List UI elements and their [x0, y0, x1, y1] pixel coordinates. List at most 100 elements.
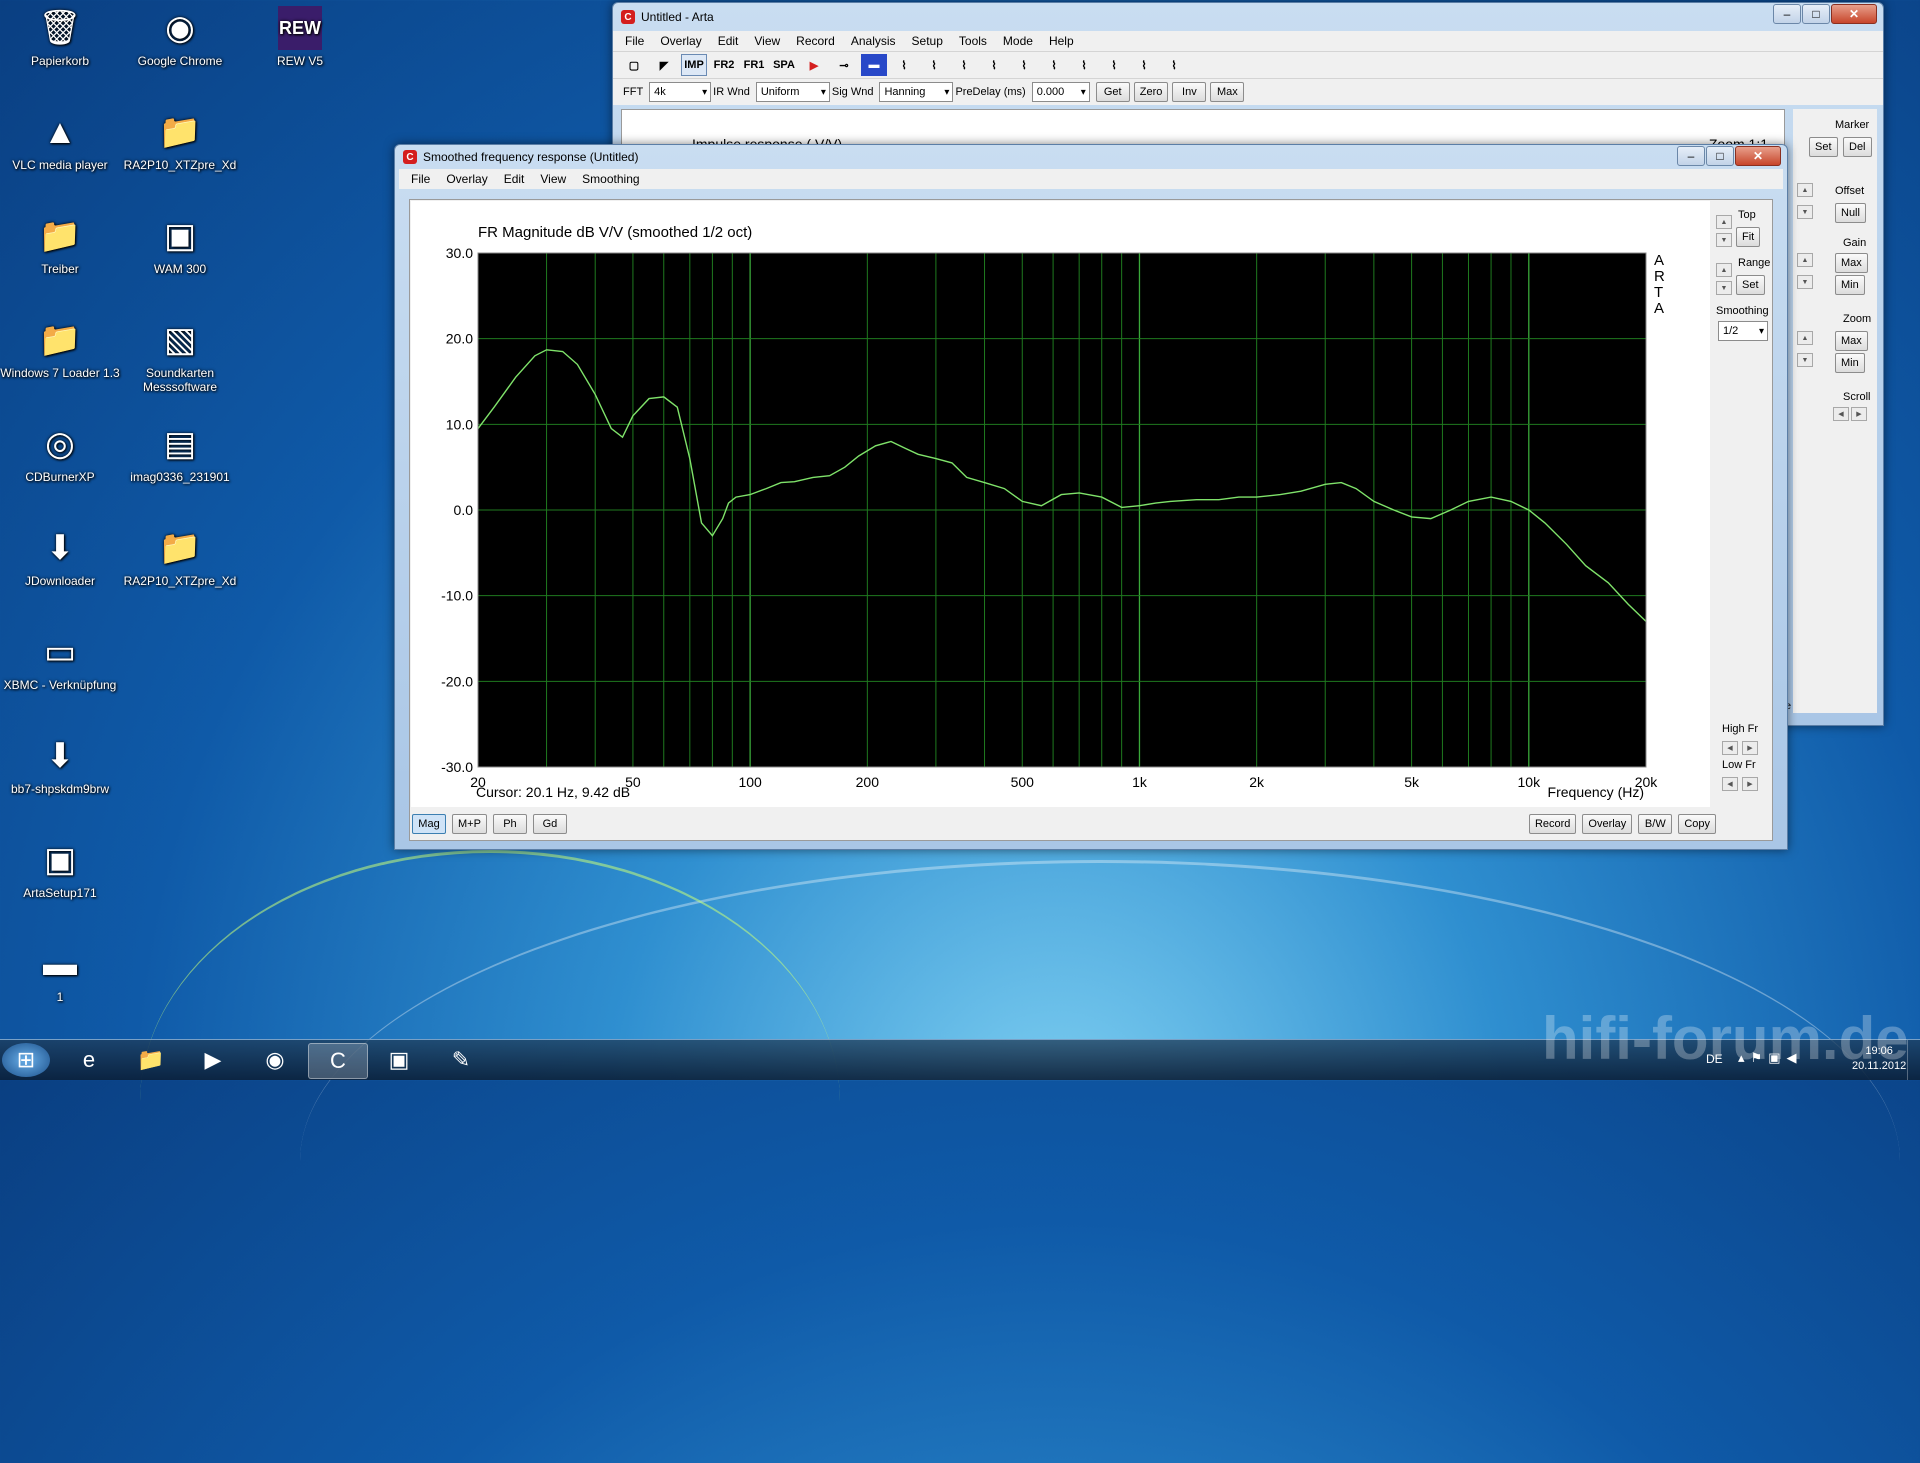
cursor-icon[interactable]: ◤	[651, 54, 677, 76]
start-orb[interactable]: ⊞	[2, 1043, 50, 1077]
desktop-icon[interactable]: ⬇ JDownloader	[0, 526, 120, 588]
fr-window[interactable]: C Smoothed frequency response (Untitled)…	[394, 144, 1788, 850]
fr-title-bar[interactable]: C Smoothed frequency response (Untitled)	[395, 145, 1787, 169]
range-set-button[interactable]: Set	[1736, 275, 1765, 295]
arta-menu-edit[interactable]: Edit	[710, 34, 747, 48]
burst-decay-icon[interactable]: ⌇	[1101, 54, 1127, 76]
desktop-icon[interactable]: ▤ imag0336_231901	[120, 422, 240, 484]
gain-max-button[interactable]: Max	[1835, 253, 1868, 273]
desktop-icon[interactable]: ◎ CDBurnerXP	[0, 422, 120, 484]
range-down-arrow[interactable]: ▼	[1716, 281, 1732, 295]
maximize-button[interactable]: □	[1802, 4, 1830, 24]
desktop-icon[interactable]: 📁 RA2P10_XTZpre_Xd	[120, 110, 240, 172]
fft-select[interactable]: 4k	[649, 82, 712, 102]
param-get-button[interactable]: Get	[1095, 82, 1130, 102]
close-button[interactable]: ✕	[1831, 4, 1877, 24]
fr-menu-edit[interactable]: Edit	[496, 172, 533, 186]
paint-icon[interactable]: ✎	[432, 1043, 490, 1077]
ir-wnd-select[interactable]: Uniform	[755, 82, 830, 102]
chrome-icon[interactable]: ◉	[246, 1043, 304, 1077]
marker-set-button[interactable]: Set	[1809, 137, 1838, 157]
action-b-w-button[interactable]: B/W	[1638, 814, 1673, 834]
fr-menu-view[interactable]: View	[532, 172, 574, 186]
rasti-icon[interactable]: ⌇	[1161, 54, 1187, 76]
view-m-p-button[interactable]: M+P	[452, 814, 487, 834]
desktop-icon[interactable]: 📁 Windows 7 Loader 1.3	[0, 318, 120, 380]
top-up-arrow[interactable]: ▲	[1716, 215, 1732, 229]
arta-menu-setup[interactable]: Setup	[904, 34, 951, 48]
action-copy-button[interactable]: Copy	[1678, 814, 1716, 834]
fr-menu-overlay[interactable]: Overlay	[438, 172, 495, 186]
arta-menu-help[interactable]: Help	[1041, 34, 1082, 48]
marker-del-button[interactable]: Del	[1843, 137, 1872, 157]
zoom-up-arrow[interactable]: ▲	[1797, 331, 1813, 345]
view-mag-button[interactable]: Mag	[412, 814, 446, 834]
fit-button[interactable]: Fit	[1736, 227, 1761, 247]
mode-fr2-button[interactable]: FR2	[711, 54, 737, 76]
minimize-button[interactable]: –	[1677, 146, 1705, 166]
zoom-min-button[interactable]: Min	[1835, 353, 1865, 373]
mode-spa-button[interactable]: SPA	[771, 54, 797, 76]
zoom-down-arrow[interactable]: ▼	[1797, 353, 1813, 367]
desktop-icon[interactable]: 📁 RA2P10_XTZpre_Xd	[120, 526, 240, 588]
desktop-icon[interactable]: ◉ Google Chrome	[120, 6, 240, 68]
fr-menu-file[interactable]: File	[403, 172, 438, 186]
desktop-icon[interactable]: 🗑 Papierkorb	[0, 6, 120, 68]
fr-analysis-icon[interactable]: ⌇	[891, 54, 917, 76]
offset-null-button[interactable]: Null	[1835, 203, 1866, 223]
mode-imp-button[interactable]: IMP	[681, 54, 707, 76]
desktop-icon[interactable]: ▣ WAM 300	[120, 214, 240, 276]
arta-menu-file[interactable]: File	[617, 34, 652, 48]
generator-icon[interactable]: ⊸	[831, 54, 857, 76]
desktop-icon[interactable]: ▲ VLC media player	[0, 110, 120, 172]
maximize-button[interactable]: □	[1706, 146, 1734, 166]
low-fr-right-arrow[interactable]: ▶	[1742, 777, 1758, 791]
play-icon[interactable]: ▶	[801, 54, 827, 76]
desktop-icon[interactable]: REW REW V5	[240, 6, 360, 68]
arta-icon[interactable]: C	[308, 1043, 368, 1079]
offset-down-arrow[interactable]: ▼	[1797, 205, 1813, 219]
smoothing-select[interactable]: 1/2	[1718, 321, 1768, 341]
param-max-button[interactable]: Max	[1210, 82, 1245, 102]
media-player-icon[interactable]: ▶	[184, 1043, 242, 1077]
desktop-icon[interactable]: ▬ 1	[0, 942, 120, 1004]
action-record-button[interactable]: Record	[1528, 814, 1577, 834]
rev-icon[interactable]: ⌇	[1041, 54, 1067, 76]
desktop-icon[interactable]: ▧ Soundkarten Messsoftware	[120, 318, 240, 394]
wam-icon[interactable]: ▣	[370, 1043, 428, 1077]
arta-menu-mode[interactable]: Mode	[995, 34, 1041, 48]
high-fr-right-arrow[interactable]: ▶	[1742, 741, 1758, 755]
offset-up-arrow[interactable]: ▲	[1797, 183, 1813, 197]
arta-menu-tools[interactable]: Tools	[951, 34, 995, 48]
scroll-right-arrow[interactable]: ▶	[1851, 407, 1867, 421]
dfr-analysis-icon[interactable]: ⌇	[921, 54, 947, 76]
sfr-analysis-icon[interactable]: ⌇	[951, 54, 977, 76]
etc-icon[interactable]: ⌇	[1011, 54, 1037, 76]
scroll-left-arrow[interactable]: ◀	[1833, 407, 1849, 421]
ie-icon[interactable]: e	[60, 1043, 118, 1077]
sig-wnd-select[interactable]: Hanning	[879, 82, 954, 102]
gain-min-button[interactable]: Min	[1835, 275, 1865, 295]
minimize-button[interactable]: –	[1773, 4, 1801, 24]
new-icon[interactable]: ▢	[621, 54, 647, 76]
arta-menu-record[interactable]: Record	[788, 34, 843, 48]
arta-menu-view[interactable]: View	[746, 34, 788, 48]
top-down-arrow[interactable]: ▼	[1716, 233, 1732, 247]
view-gd-button[interactable]: Gd	[532, 814, 567, 834]
param-zero-button[interactable]: Zero	[1133, 82, 1169, 102]
view-ph-button[interactable]: Ph	[492, 814, 527, 834]
param-inv-button[interactable]: Inv	[1172, 82, 1207, 102]
action-overlay-button[interactable]: Overlay	[1582, 814, 1633, 834]
arta-title-bar[interactable]: C Untitled - Arta	[613, 3, 1883, 31]
arta-menu-overlay[interactable]: Overlay	[652, 34, 709, 48]
explorer-icon[interactable]: 📁	[122, 1043, 180, 1077]
desktop-icon[interactable]: ⬇ bb7-shpskdm9brw	[0, 734, 120, 796]
frequency-response-chart[interactable]: FR Magnitude dB V/V (smoothed 1/2 oct) A…	[411, 201, 1710, 807]
zoom-max-button[interactable]: Max	[1835, 331, 1868, 351]
arta-menu-analysis[interactable]: Analysis	[843, 34, 904, 48]
sti-icon[interactable]: ⌇	[1131, 54, 1157, 76]
show-desktop-button[interactable]	[1907, 1040, 1920, 1080]
mode-fr1-button[interactable]: FR1	[741, 54, 767, 76]
desktop-icon[interactable]: ▣ ArtaSetup171	[0, 838, 120, 900]
fr-menu-smoothing[interactable]: Smoothing	[574, 172, 647, 186]
